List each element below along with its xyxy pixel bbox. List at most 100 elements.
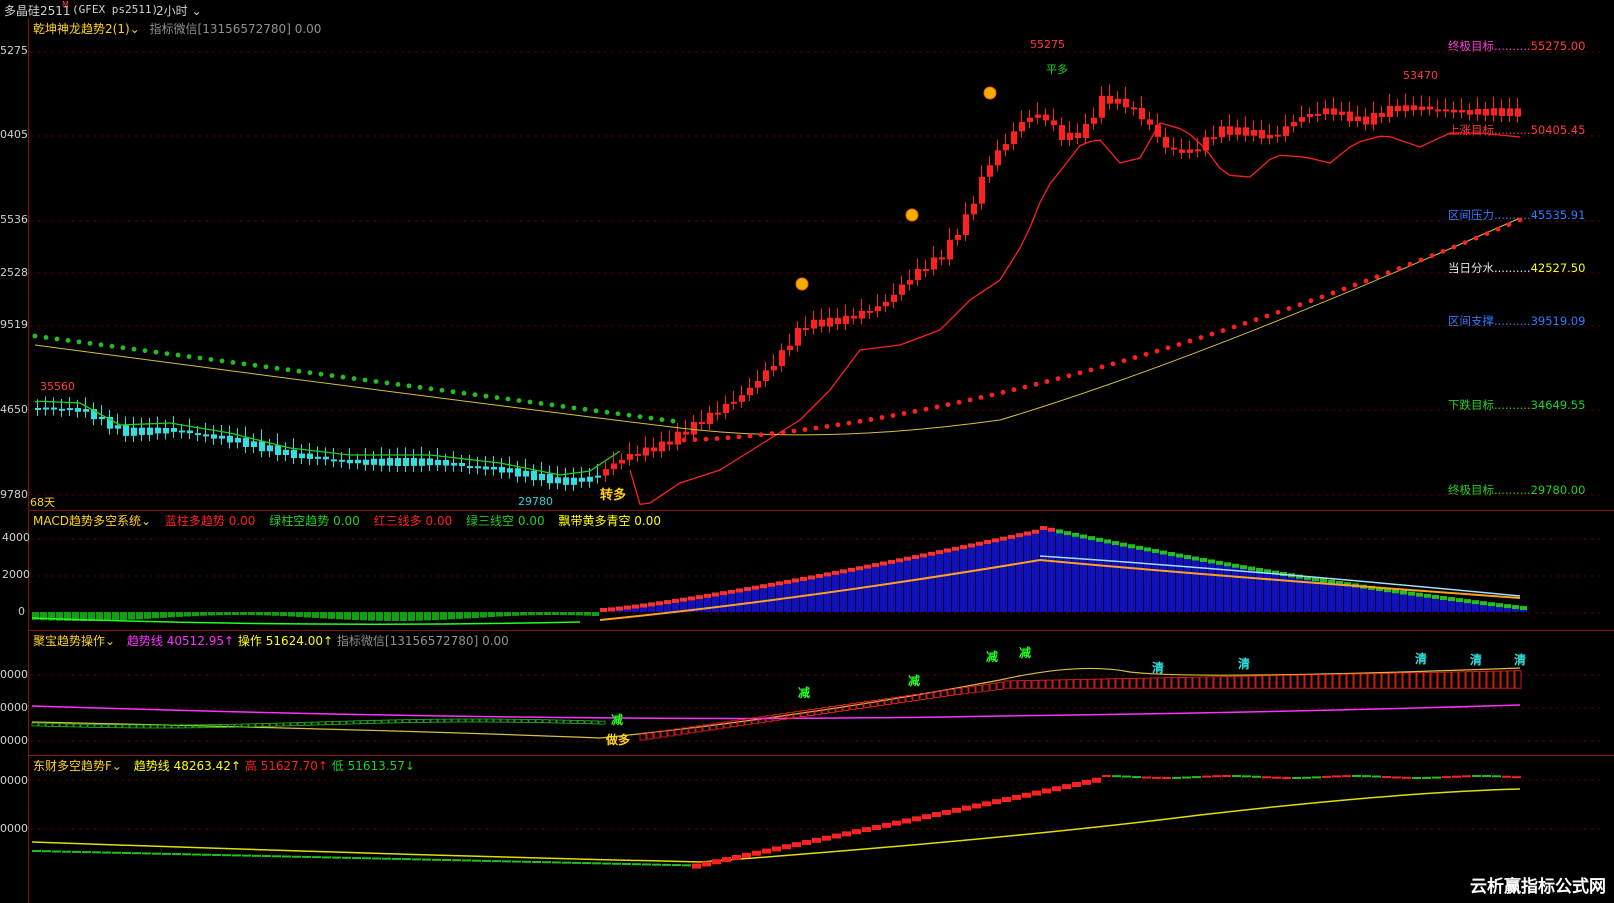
trend-dot (164, 351, 170, 356)
jubao-box (409, 719, 417, 723)
trend-dot (494, 395, 500, 400)
dongcai-step (1282, 776, 1291, 779)
trend-dot (1033, 381, 1039, 387)
candle-body (755, 380, 761, 388)
jubao-box (94, 724, 102, 728)
macd-bar-cap (1128, 544, 1135, 549)
macd-bar (616, 610, 623, 612)
candle-body (763, 370, 769, 381)
macd-bar (280, 612, 287, 617)
trend-dot (604, 409, 610, 415)
jubao-box (563, 719, 571, 724)
dongcai-step (562, 861, 571, 864)
jubao-box (1220, 676, 1228, 689)
jubao-box (1276, 675, 1284, 689)
macd-bar (1440, 600, 1447, 612)
macd-bar (296, 612, 303, 617)
trend-dot (252, 362, 258, 368)
jubao-box (129, 724, 137, 729)
trend-dot (824, 424, 830, 429)
candle-body (35, 408, 41, 410)
jubao-box (1255, 675, 1263, 689)
macd-bar-cap (1040, 526, 1047, 530)
dongcai-step (782, 844, 791, 850)
jubao-box (968, 685, 976, 694)
macd-bar (1112, 545, 1119, 612)
dongcai-step (732, 854, 741, 860)
macd-bar (544, 612, 551, 616)
macd-bar-cap (1432, 594, 1439, 599)
candle-body (387, 458, 393, 466)
dongcai-step (1032, 790, 1041, 796)
macd-bar (384, 612, 391, 621)
dongcai-step (742, 852, 751, 858)
macd-bar (472, 612, 479, 618)
dongcai-step (702, 861, 711, 867)
trend-dot (648, 415, 654, 421)
candle-body (443, 459, 449, 466)
dongcai-step (32, 850, 41, 852)
dongcai-step (592, 862, 601, 865)
candle-body (211, 434, 217, 439)
macd-bar (904, 560, 911, 612)
dongcai-step (992, 799, 1001, 805)
dongcai-step (1202, 775, 1211, 778)
jubao-box (80, 723, 88, 728)
dongcai-step (1162, 776, 1171, 779)
candle-body (835, 317, 841, 325)
gold-coin-icon (905, 208, 919, 222)
trend-dot (1253, 317, 1259, 323)
macd-bar (504, 612, 511, 617)
macd-bar-cap (1456, 598, 1463, 603)
signal-text: 减 (986, 649, 998, 664)
candle-body (699, 421, 705, 425)
dongcai-step (352, 857, 361, 860)
candle-body (1283, 126, 1289, 136)
trend-dot (1011, 387, 1017, 393)
jubao-box (1171, 677, 1179, 689)
jubao-box (1157, 677, 1165, 689)
macd-bar (1432, 598, 1439, 612)
jubao-box (38, 722, 46, 727)
macd-bar-cap (848, 567, 855, 572)
trend-dot (131, 346, 137, 352)
jubao-box (423, 718, 431, 723)
macd-bar (736, 592, 743, 612)
candle-body (675, 431, 681, 445)
candle-body (251, 441, 257, 447)
jubao-box (954, 687, 962, 696)
dongcai-step (1512, 776, 1521, 779)
macd-bar (560, 612, 567, 616)
signal-text: 减 (1019, 645, 1031, 660)
trend-dot (1143, 351, 1149, 357)
macd-bar (1128, 548, 1135, 612)
candle-body (363, 459, 369, 465)
trend-dot (98, 342, 104, 348)
trend-dot (1242, 320, 1248, 326)
dongcai-step (1042, 788, 1051, 794)
jubao-box (507, 718, 515, 723)
jubao-box (1339, 673, 1347, 689)
jubao-box (758, 716, 766, 724)
macd-bar-cap (1216, 560, 1223, 565)
macd-bar (216, 612, 223, 616)
macd-bar-cap (728, 589, 735, 594)
trend-dot (153, 349, 159, 355)
macd-bar-cap (1192, 556, 1199, 561)
candle-body (259, 441, 265, 452)
macd-bar-cap (1056, 529, 1063, 534)
trend-dot (1121, 358, 1127, 364)
candle-body (1347, 111, 1353, 122)
candle-body (931, 257, 937, 270)
macd-bar (1096, 541, 1103, 612)
jubao-box (989, 682, 997, 691)
macd-bar (1016, 537, 1023, 612)
macd-bar (512, 612, 519, 616)
jubao-box (1241, 675, 1249, 689)
trend-dot (879, 415, 885, 420)
macd-bar (728, 593, 735, 612)
jubao-box (66, 723, 74, 728)
trend-dot (956, 399, 962, 405)
macd-bar (1104, 543, 1111, 612)
candle-body (131, 427, 137, 436)
